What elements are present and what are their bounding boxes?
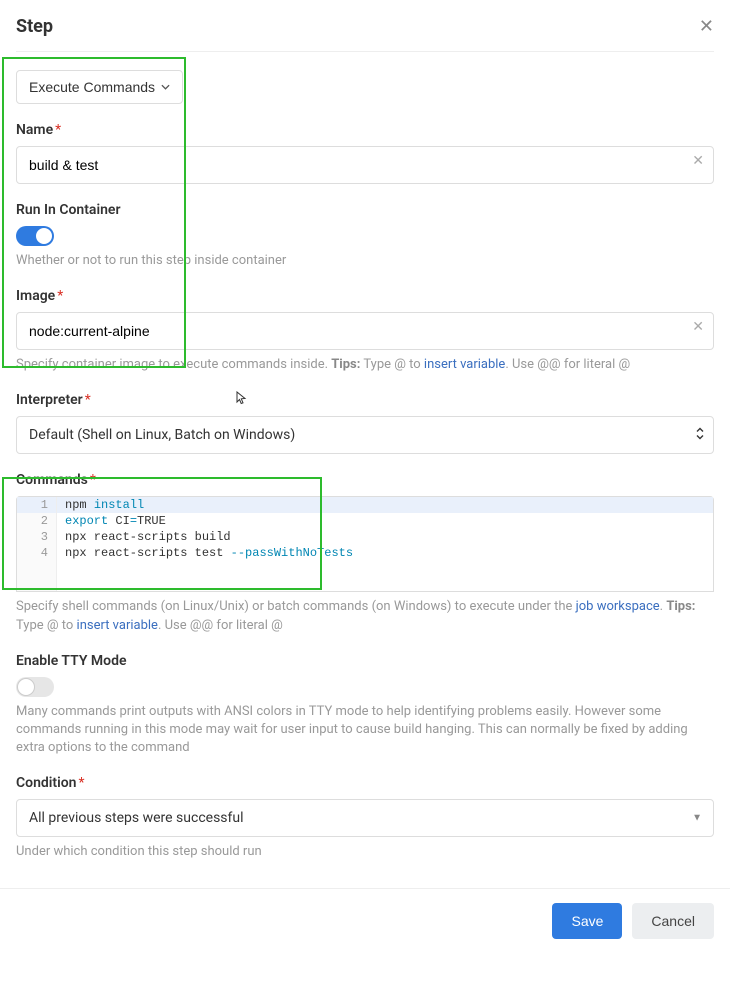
select-arrows-icon	[696, 428, 704, 443]
run-in-container-field: Run In Container Whether or not to run t…	[16, 202, 714, 270]
code-content[interactable]: npx react-scripts test --passWithNoTests	[57, 545, 713, 561]
condition-label: Condition	[16, 775, 77, 791]
clear-icon[interactable]: ✕	[692, 319, 704, 335]
toggle-knob	[17, 678, 35, 696]
code-content[interactable]: npx react-scripts build	[57, 529, 713, 545]
cancel-button[interactable]: Cancel	[632, 903, 714, 939]
insert-variable-link[interactable]: insert variable	[424, 357, 505, 372]
tty-label: Enable TTY Mode	[16, 653, 714, 669]
required-mark: *	[55, 122, 61, 138]
image-label: Image	[16, 288, 55, 304]
step-type-dropdown[interactable]: Execute Commands	[16, 70, 183, 104]
modal-footer: Save Cancel	[0, 888, 730, 955]
tty-toggle[interactable]	[16, 677, 54, 697]
image-field: Image* ✕ Specify container image to exec…	[16, 288, 714, 374]
interpreter-field: Interpreter* Default (Shell on Linux, Ba…	[16, 392, 714, 454]
modal-header: Step ✕	[16, 16, 714, 52]
line-number: 2	[17, 513, 57, 529]
required-mark: *	[90, 472, 96, 488]
line-number: 4	[17, 545, 57, 561]
line-number: 1	[17, 497, 57, 513]
name-input[interactable]	[16, 146, 714, 184]
commands-field: Commands* 1npm install2export CI=TRUE3np…	[16, 472, 714, 634]
close-icon[interactable]: ✕	[699, 16, 714, 37]
job-workspace-link[interactable]: job workspace	[576, 599, 660, 614]
condition-select[interactable]: All previous steps were successful	[16, 799, 714, 837]
interpreter-select[interactable]: Default (Shell on Linux, Batch on Window…	[16, 416, 714, 454]
modal-title: Step	[16, 16, 53, 37]
dropdown-triangle-icon: ▼	[692, 813, 702, 824]
code-line[interactable]: 1npm install	[17, 497, 713, 513]
code-line[interactable]: 3npx react-scripts build	[17, 529, 713, 545]
toggle-knob	[35, 227, 53, 245]
image-help: Specify container image to execute comma…	[16, 356, 714, 374]
run-in-container-help: Whether or not to run this step inside c…	[16, 252, 714, 270]
name-field: Name* ✕	[16, 122, 714, 184]
name-label: Name	[16, 122, 53, 138]
commands-label: Commands	[16, 472, 88, 488]
image-input[interactable]	[16, 312, 714, 350]
tty-help: Many commands print outputs with ANSI co…	[16, 703, 714, 758]
step-type-label: Execute Commands	[29, 79, 155, 95]
condition-help: Under which condition this step should r…	[16, 843, 714, 861]
code-line[interactable]: 4npx react-scripts test --passWithNoTest…	[17, 545, 713, 561]
condition-field: Condition* All previous steps were succe…	[16, 775, 714, 861]
insert-variable-link[interactable]: insert variable	[77, 618, 158, 633]
interpreter-label: Interpreter	[16, 392, 83, 408]
code-padding	[17, 561, 713, 591]
clear-icon[interactable]: ✕	[692, 153, 704, 169]
required-mark: *	[79, 775, 85, 791]
chevron-down-icon	[161, 84, 170, 90]
run-in-container-toggle[interactable]	[16, 226, 54, 246]
commands-editor[interactable]: 1npm install2export CI=TRUE3npx react-sc…	[16, 496, 714, 592]
code-content[interactable]: npm install	[57, 497, 713, 513]
save-button[interactable]: Save	[552, 903, 622, 939]
code-line[interactable]: 2export CI=TRUE	[17, 513, 713, 529]
required-mark: *	[85, 392, 91, 408]
required-mark: *	[57, 288, 63, 304]
code-content[interactable]: export CI=TRUE	[57, 513, 713, 529]
run-in-container-label: Run In Container	[16, 202, 714, 218]
tty-field: Enable TTY Mode Many commands print outp…	[16, 653, 714, 758]
commands-help: Specify shell commands (on Linux/Unix) o…	[16, 598, 714, 634]
line-number: 3	[17, 529, 57, 545]
